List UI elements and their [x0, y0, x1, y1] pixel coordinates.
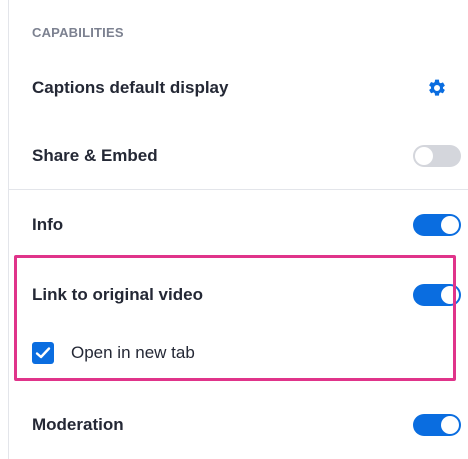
share-embed-toggle[interactable] [413, 145, 461, 167]
info-toggle[interactable] [413, 214, 461, 236]
setting-row-moderation: Moderation [9, 403, 468, 447]
section-title: CAPABILITIES [32, 25, 124, 40]
open-new-tab-label: Open in new tab [71, 343, 195, 362]
link-original-toggle[interactable] [413, 284, 461, 306]
link-original-label: Link to original video [32, 285, 203, 304]
open-new-tab-checkbox[interactable] [32, 342, 54, 364]
setting-row-link-original: Link to original video [9, 273, 468, 317]
toggle-knob [441, 416, 459, 434]
moderation-label: Moderation [32, 415, 124, 434]
captions-label: Captions default display [32, 78, 229, 97]
gear-icon[interactable] [427, 78, 447, 98]
section-divider [9, 189, 468, 190]
share-embed-label: Share & Embed [32, 146, 158, 165]
setting-row-captions: Captions default display [9, 66, 468, 110]
info-label: Info [32, 215, 64, 234]
moderation-toggle[interactable] [413, 414, 461, 436]
toggle-knob [441, 216, 459, 234]
setting-row-share-embed: Share & Embed [9, 134, 468, 178]
toggle-knob [441, 286, 459, 304]
toggle-knob [415, 147, 433, 165]
setting-row-info: Info [9, 203, 468, 247]
checkmark-icon [35, 347, 51, 359]
